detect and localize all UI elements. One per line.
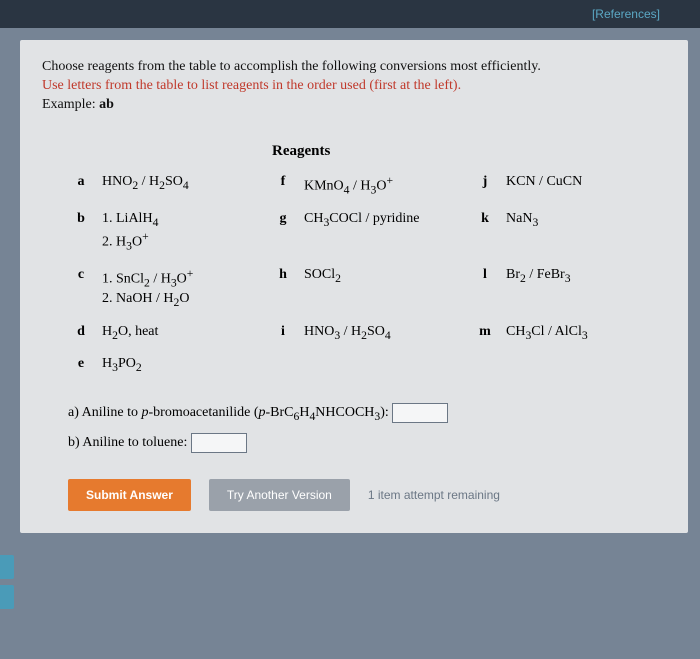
question-a-prefix: a) Aniline to: [68, 405, 142, 420]
instruction-example: Example: ab: [42, 96, 666, 115]
reagent-b: 1. LiAlH42. H3O+: [102, 211, 262, 253]
question-a-rest: -bromoacetanilide (: [149, 405, 259, 420]
question-a: a) Aniline to p-bromoacetanilide (p-BrC6…: [68, 403, 666, 423]
reagents-title: Reagents: [272, 143, 666, 160]
reagent-c: 1. SnCl2 / H3O+2. NaOH / H2O: [102, 267, 262, 309]
reagent-h: SOCl2: [304, 267, 464, 309]
reagent-e: H3PO2: [102, 356, 262, 375]
reagent-f: KMnO4 / H3O+: [304, 174, 464, 197]
reagent-label-d: d: [68, 324, 94, 343]
answer-a-input[interactable]: [392, 403, 448, 423]
reagent-i: HNO3 / H2SO4: [304, 324, 464, 343]
question-b-text: b) Aniline to toluene:: [68, 435, 187, 450]
reagent-d: H2O, heat: [102, 324, 262, 343]
side-tab-1[interactable]: [0, 555, 14, 579]
instruction-line-1: Choose reagents from the table to accomp…: [42, 58, 666, 77]
reagents-grid: a HNO2 / H2SO4 f KMnO4 / H3O+ j KCN / Cu…: [68, 174, 666, 376]
button-row: Submit Answer Try Another Version 1 item…: [68, 479, 666, 511]
side-tab-2[interactable]: [0, 585, 14, 609]
reagent-a: HNO2 / H2SO4: [102, 174, 262, 197]
references-link[interactable]: [References]: [592, 7, 660, 21]
answer-b-input[interactable]: [191, 433, 247, 453]
question-a-ital2: p: [259, 405, 266, 420]
reagent-k: NaN3: [506, 211, 626, 253]
reagent-label-l: l: [472, 267, 498, 309]
attempts-remaining: 1 item attempt remaining: [368, 488, 500, 502]
reagent-label-c: c: [68, 267, 94, 309]
reagent-label-m: m: [472, 324, 498, 343]
question-b: b) Aniline to toluene:: [68, 433, 666, 453]
question-a-formula: -BrC6H4NHCOCH3):: [266, 405, 389, 420]
try-another-version-button[interactable]: Try Another Version: [209, 479, 350, 511]
reagent-label-a: a: [68, 174, 94, 197]
reagent-label-k: k: [472, 211, 498, 253]
top-bar: [References]: [0, 0, 700, 28]
reagent-j: KCN / CuCN: [506, 174, 626, 197]
question-a-ital: p: [142, 405, 149, 420]
reagent-label-i: i: [270, 324, 296, 343]
example-label: Example:: [42, 97, 96, 112]
question-panel: Choose reagents from the table to accomp…: [20, 40, 688, 533]
reagent-label-e: e: [68, 356, 94, 375]
example-value: ab: [99, 97, 114, 112]
submit-answer-button[interactable]: Submit Answer: [68, 479, 191, 511]
reagent-m: CH3Cl / AlCl3: [506, 324, 626, 343]
reagent-g: CH3COCl / pyridine: [304, 211, 464, 253]
reagent-label-f: f: [270, 174, 296, 197]
reagent-l: Br2 / FeBr3: [506, 267, 626, 309]
reagent-label-g: g: [270, 211, 296, 253]
reagent-label-h: h: [270, 267, 296, 309]
reagent-label-b: b: [68, 211, 94, 253]
instruction-line-2: Use letters from the table to list reage…: [42, 77, 666, 96]
reagent-label-j: j: [472, 174, 498, 197]
